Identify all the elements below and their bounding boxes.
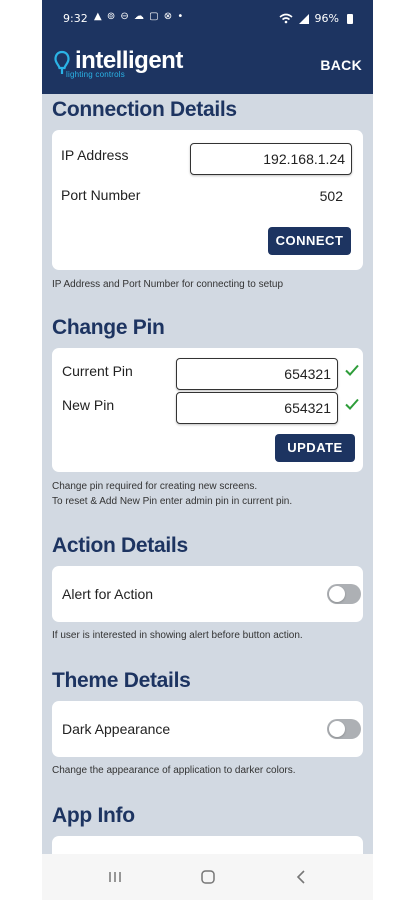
logo-subtext: lighting controls [66, 70, 125, 79]
battery-percent: 96% [314, 12, 339, 25]
change-pin-note: Change pin required for creating new scr… [52, 479, 292, 509]
new-pin-check-icon [345, 398, 359, 410]
current-pin-check-icon [345, 364, 359, 376]
alert-for-action-label: Alert for Action [62, 586, 154, 602]
wifi-icon [279, 13, 293, 24]
recents-icon [109, 872, 121, 882]
theme-card: Dark Appearance [52, 701, 363, 757]
current-pin-label: Current Pin [62, 363, 133, 379]
toggle-knob [329, 721, 345, 737]
action-card: Alert for Action [52, 566, 363, 622]
new-pin-input[interactable]: 654321 [176, 392, 338, 424]
status-time: 9:32 [63, 12, 88, 25]
notification-icons: ▲ ⊚ ⊖ ☁ ▢ ⊗ • [94, 11, 185, 22]
battery-icon [347, 13, 353, 24]
connection-note: IP Address and Port Number for connectin… [52, 279, 284, 290]
ip-address-input[interactable]: 192.168.1.24 [190, 143, 352, 175]
connection-card: IP Address 192.168.1.24 Port Number 502 … [52, 130, 363, 270]
phone-screen: 9:32 ▲ ⊚ ⊖ ☁ ▢ ⊗ • 96% intelligent light… [42, 0, 373, 900]
change-pin-card: Current Pin 654321 New Pin 654321 UPDATE [52, 348, 363, 472]
action-details-title: Action Details [52, 534, 188, 557]
system-nav-bar [42, 854, 373, 900]
dark-appearance-toggle[interactable] [327, 719, 361, 739]
home-button[interactable] [193, 864, 223, 890]
current-pin-input[interactable]: 654321 [176, 358, 338, 390]
ip-address-label: IP Address [61, 147, 129, 163]
app-info-title: App Info [52, 804, 135, 827]
toggle-knob [329, 586, 345, 602]
action-note: If user is interested in showing alert b… [52, 630, 303, 641]
port-number-value: 502 [319, 188, 343, 204]
app-info-card [52, 836, 363, 854]
change-pin-note-line1: Change pin required for creating new scr… [52, 481, 258, 492]
status-right: 96% [279, 12, 353, 25]
new-pin-label: New Pin [62, 397, 115, 413]
dark-appearance-label: Dark Appearance [62, 721, 171, 737]
theme-details-title: Theme Details [52, 669, 191, 692]
status-bar: 9:32 ▲ ⊚ ⊖ ☁ ▢ ⊗ • 96% [42, 0, 373, 40]
connection-title: Connection Details [52, 98, 237, 121]
app-bar: intelligent lighting controls BACK [42, 40, 373, 94]
signal-icon [298, 13, 309, 24]
theme-note: Change the appearance of application to … [52, 765, 296, 776]
back-arrow-icon [296, 870, 305, 884]
change-pin-note-line2: To reset & Add New Pin enter admin pin i… [52, 496, 293, 507]
home-icon [201, 870, 215, 884]
port-number-label: Port Number [61, 187, 141, 203]
back-button[interactable]: BACK [320, 57, 362, 73]
connect-button[interactable]: CONNECT [268, 227, 351, 255]
settings-content[interactable]: Connection Details IP Address 192.168.1.… [42, 94, 373, 854]
nav-back-button[interactable] [286, 864, 316, 890]
recents-button[interactable] [100, 864, 130, 890]
update-button[interactable]: UPDATE [275, 434, 355, 462]
alert-for-action-toggle[interactable] [327, 584, 361, 604]
change-pin-title: Change Pin [52, 316, 165, 339]
